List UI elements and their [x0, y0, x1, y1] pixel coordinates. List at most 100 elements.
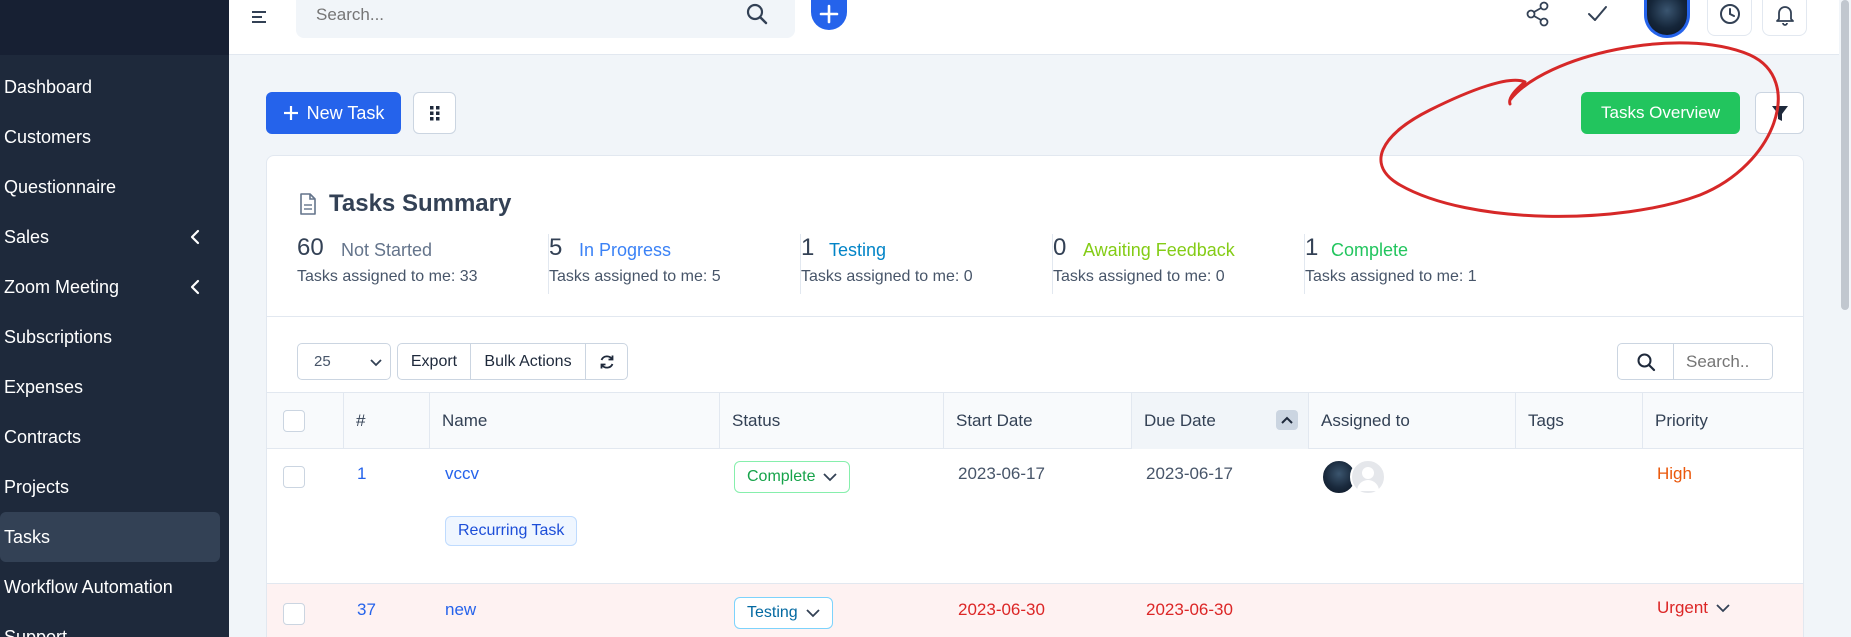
sidebar-item-label: Sales [4, 226, 50, 247]
due-date: 2023-06-30 [1146, 600, 1233, 619]
check-icon[interactable] [1583, 0, 1613, 30]
sidebar-item-support[interactable]: Support [0, 612, 229, 637]
plus-icon [283, 106, 298, 120]
column-header-tags[interactable]: Tags [1516, 393, 1643, 449]
select-all-checkbox[interactable] [283, 410, 305, 432]
sidebar-item-label: Questionnaire [4, 176, 117, 197]
sidebar-item-tasks[interactable]: Tasks [0, 512, 220, 562]
filter-button[interactable] [1755, 92, 1804, 134]
sidebar-item-label: Subscriptions [4, 326, 113, 347]
sidebar-item-label: Expenses [4, 376, 84, 397]
scrollbar-thumb[interactable] [1841, 0, 1849, 310]
sidebar-item-sales[interactable]: Sales [0, 212, 229, 262]
bulk-actions-label: Bulk Actions [484, 352, 572, 370]
table-button-group: Export Bulk Actions [397, 343, 628, 380]
priority-dropdown[interactable]: Urgent [1657, 598, 1732, 618]
chevron-left-icon [190, 279, 200, 295]
sidebar-item-contracts[interactable]: Contracts [0, 412, 229, 462]
sidebar-item-questionnaire[interactable]: Questionnaire [0, 162, 229, 212]
sidebar-item-label: Customers [4, 126, 92, 147]
sidebar-item-workflow-automation[interactable]: Workflow Automation [0, 562, 229, 612]
bell-icon [1776, 6, 1794, 26]
stat-label: In Progress [579, 240, 672, 260]
notifications-button[interactable] [1762, 0, 1807, 36]
kanban-view-button[interactable] [413, 92, 456, 134]
sort-asc-icon [1276, 410, 1298, 430]
document-icon [300, 193, 316, 215]
page-title: Tasks Summary [329, 190, 512, 217]
user-placeholder-icon [1357, 467, 1379, 491]
chevron-left-icon [190, 229, 200, 245]
sidebar-item-label: Workflow Automation [4, 576, 173, 597]
export-label: Export [410, 352, 458, 370]
column-header-status[interactable]: Status [720, 393, 944, 449]
column-header-name[interactable]: Name [430, 393, 720, 449]
row-checkbox[interactable] [283, 466, 305, 488]
new-task-button[interactable]: New Task [266, 92, 401, 134]
table-row: 1 vccv Recurring Task Complete 2023-06-1… [267, 449, 1803, 584]
user-avatar[interactable] [1644, 0, 1690, 38]
status-dropdown[interactable]: Complete [734, 461, 851, 493]
timer-button[interactable] [1707, 0, 1752, 36]
column-header-assigned-to[interactable]: Assigned to [1309, 393, 1516, 449]
column-header-id[interactable]: # [344, 393, 430, 449]
chevron-down-icon [370, 359, 382, 367]
start-date: 2023-06-17 [958, 464, 1045, 483]
column-header-label: # [356, 411, 366, 430]
task-name-link[interactable]: new [445, 600, 476, 620]
chevron-down-icon [1716, 604, 1730, 613]
stat-subtext: Tasks assigned to me: 33 [297, 268, 478, 285]
task-name-link[interactable]: vccv [445, 464, 479, 484]
start-date: 2023-06-30 [958, 600, 1045, 619]
column-header-start-date[interactable]: Start Date [944, 393, 1132, 449]
stat-in-progress: 5 In Progress Tasks assigned to me: 5 [549, 234, 801, 294]
task-id-link[interactable]: 1 [357, 464, 366, 484]
plus-icon [819, 4, 839, 24]
sidebar-nav: Dashboard Customers Questionnaire Sales … [0, 62, 229, 637]
menu-icon[interactable] [249, 4, 275, 30]
status-label: Testing [747, 604, 798, 621]
status-dropdown[interactable]: Testing [734, 597, 833, 629]
table-search-input[interactable] [1674, 344, 1772, 379]
sidebar-item-expenses[interactable]: Expenses [0, 362, 229, 412]
share-icon[interactable] [1523, 0, 1553, 30]
sidebar-item-label: Tasks [4, 526, 51, 547]
sidebar-item-zoom-meeting[interactable]: Zoom Meeting [0, 262, 229, 312]
bulk-actions-button[interactable]: Bulk Actions [471, 344, 586, 379]
quick-add-button[interactable] [811, 0, 847, 30]
due-date: 2023-06-17 [1146, 464, 1233, 483]
sidebar-item-dashboard[interactable]: Dashboard [0, 62, 229, 112]
refresh-button[interactable] [586, 344, 627, 379]
tasks-card: Tasks Summary 60 Not Started Tasks assig… [266, 155, 1804, 637]
table-search-button[interactable] [1618, 344, 1674, 379]
export-button[interactable]: Export [398, 344, 471, 379]
search-icon[interactable] [745, 2, 769, 26]
column-header-priority[interactable]: Priority [1643, 393, 1805, 449]
column-header-due-date[interactable]: Due Date [1132, 393, 1309, 449]
row-checkbox[interactable] [283, 603, 305, 625]
sidebar-item-projects[interactable]: Projects [0, 462, 229, 512]
stat-count: 5 [549, 234, 563, 261]
stat-label: Complete [1331, 240, 1409, 260]
stat-count: 60 [297, 234, 324, 261]
divider [267, 316, 1803, 317]
tasks-overview-button[interactable]: Tasks Overview [1581, 92, 1740, 134]
refresh-icon [600, 354, 613, 369]
task-id-link[interactable]: 37 [357, 600, 376, 620]
chevron-down-icon [823, 473, 838, 482]
table-row: 37 new Testing 2023-06-30 2023-06-30 Urg… [267, 584, 1803, 637]
assignee-avatar[interactable] [1350, 459, 1386, 495]
priority-label: High [1657, 464, 1692, 483]
select-all-cell [267, 393, 344, 449]
stat-not-started: 60 Not Started Tasks assigned to me: 33 [297, 234, 549, 294]
page-scrollbar[interactable] [1839, 0, 1851, 637]
stat-label: Testing [829, 240, 887, 260]
grid-icon [430, 106, 440, 121]
stat-label: Not Started [341, 240, 433, 260]
sidebar-item-customers[interactable]: Customers [0, 112, 229, 162]
page-length-select[interactable]: 25 [297, 343, 391, 380]
sidebar-item-label: Contracts [4, 426, 82, 447]
filter-icon [1772, 106, 1788, 121]
global-search-input[interactable] [296, 0, 736, 30]
sidebar-item-subscriptions[interactable]: Subscriptions [0, 312, 229, 362]
